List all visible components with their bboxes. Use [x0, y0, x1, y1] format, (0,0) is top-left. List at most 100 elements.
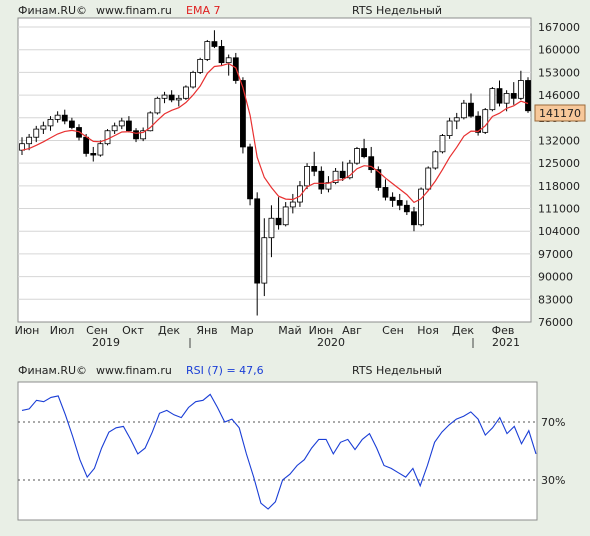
- candle-body-up: [26, 136, 33, 145]
- candle-body-down: [389, 196, 396, 201]
- rsi-y-tick: 30%: [541, 474, 565, 487]
- candle-body-down: [318, 170, 325, 190]
- price-y-tick: 167000: [538, 21, 580, 34]
- candle-body-down: [90, 153, 97, 156]
- candle-body-down: [339, 170, 346, 179]
- x-month-label: Дек: [158, 324, 180, 337]
- candle-body-up: [282, 206, 289, 226]
- price-header-source: Финам.RU©: [18, 4, 87, 17]
- candle-body-down: [61, 114, 68, 122]
- candle-body-down: [468, 102, 474, 117]
- candle-body-down: [126, 120, 132, 132]
- price-header-title: RTS Недельный: [352, 4, 442, 17]
- candle-body-down: [240, 80, 246, 148]
- price-header-site: www.finam.ru: [96, 4, 172, 17]
- candle-body-up: [97, 143, 104, 156]
- x-month-label: Янв: [196, 324, 217, 337]
- candle-body-down: [411, 211, 417, 226]
- x-month-label: Июн: [15, 324, 40, 337]
- candle-body-up: [154, 97, 161, 114]
- candle-body-up: [354, 148, 360, 164]
- x-month-label: Ноя: [417, 324, 439, 337]
- candle-body-up: [197, 59, 204, 73]
- candle-body-down: [525, 80, 531, 112]
- candle-body-up: [183, 86, 189, 99]
- candle-body-down: [361, 148, 367, 158]
- candle-body-up: [118, 120, 125, 127]
- candle-body-down: [311, 165, 318, 172]
- candle-body-down: [218, 46, 225, 64]
- candle-body-up: [47, 118, 54, 127]
- x-year-label: 2019: [92, 336, 120, 349]
- price-y-tick: 104000: [538, 225, 580, 238]
- price-y-tick: 83000: [538, 293, 573, 306]
- candle-body-down: [168, 94, 175, 101]
- price-y-tick: 125000: [538, 157, 580, 170]
- candle-body-up: [453, 117, 460, 122]
- x-month-label: Авг: [342, 324, 362, 337]
- price-y-tick: 132000: [538, 134, 580, 147]
- candle-body-down: [83, 136, 90, 154]
- candle-body-up: [54, 114, 61, 120]
- candle-body-down: [211, 41, 218, 47]
- candle-body-up: [161, 94, 168, 99]
- candle-body-up: [517, 80, 524, 99]
- price-y-tick: 111000: [538, 203, 580, 216]
- candle-body-up: [425, 167, 432, 190]
- candle-body-up: [40, 125, 47, 130]
- candle-body-up: [503, 93, 510, 104]
- candle-body-down: [254, 198, 261, 284]
- price-y-tick: 90000: [538, 271, 573, 284]
- x-month-label: Дек: [452, 324, 474, 337]
- candle-body-up: [225, 57, 232, 64]
- candle-body-down: [510, 93, 517, 99]
- price-header-indicator: EMA 7: [186, 4, 220, 17]
- rsi-plot-area: [17, 381, 538, 521]
- candle-body-up: [289, 201, 296, 208]
- x-year-label: 2020: [317, 336, 345, 349]
- candle-body-up: [482, 109, 489, 133]
- price-y-tick: 160000: [538, 44, 580, 57]
- rsi-header-title: RTS Недельный: [352, 364, 442, 377]
- candle-body-up: [432, 151, 439, 169]
- candle-body-up: [111, 125, 118, 132]
- rsi-header-site: www.finam.ru: [96, 364, 172, 377]
- candle-body-up: [446, 120, 453, 136]
- candle-body-up: [460, 102, 467, 119]
- candle-body-up: [33, 128, 40, 138]
- candle-body-up: [175, 97, 182, 101]
- price-y-tick: 153000: [538, 66, 580, 79]
- candle-body-down: [275, 217, 282, 226]
- candle-body-up: [418, 188, 424, 226]
- candle-body-down: [396, 200, 403, 206]
- candle-body-down: [496, 88, 503, 104]
- candle-body-down: [247, 146, 253, 200]
- rsi-header-indicator: RSI (7) = 47,6: [186, 364, 264, 377]
- chart-svg: Финам.RU© www.finam.ru EMA 7 RTS Недельн…: [15, 4, 586, 521]
- candle-body-down: [403, 204, 410, 213]
- price-y-tick: 97000: [538, 248, 573, 261]
- candle-body-up: [439, 135, 446, 153]
- rsi-y-tick: 70%: [541, 416, 565, 429]
- candle-body-up: [261, 237, 268, 284]
- candle-body-up: [268, 217, 275, 239]
- x-month-label: Май: [278, 324, 301, 337]
- candle-body-down: [382, 187, 389, 198]
- candle-body-up: [104, 130, 111, 145]
- candle-body-up: [190, 71, 196, 88]
- candle-body-down: [133, 130, 139, 140]
- x-year-label: 2021: [492, 336, 520, 349]
- candle-body-up: [489, 88, 496, 111]
- candle-body-down: [68, 120, 75, 128]
- candle-body-up: [304, 165, 310, 187]
- rsi-header-source: Финам.RU©: [18, 364, 87, 377]
- x-month-label: Окт: [122, 324, 144, 337]
- x-month-label: Мар: [230, 324, 253, 337]
- x-month-label: Сен: [382, 324, 404, 337]
- candle-body-up: [204, 41, 211, 60]
- last-price-label: 141170: [534, 104, 586, 122]
- last-price-value: 141170: [539, 107, 581, 120]
- chart-root: Финам.RU© www.finam.ru EMA 7 RTS Недельн…: [0, 0, 590, 536]
- price-y-tick: 118000: [538, 180, 580, 193]
- price-y-tick: 146000: [538, 89, 580, 102]
